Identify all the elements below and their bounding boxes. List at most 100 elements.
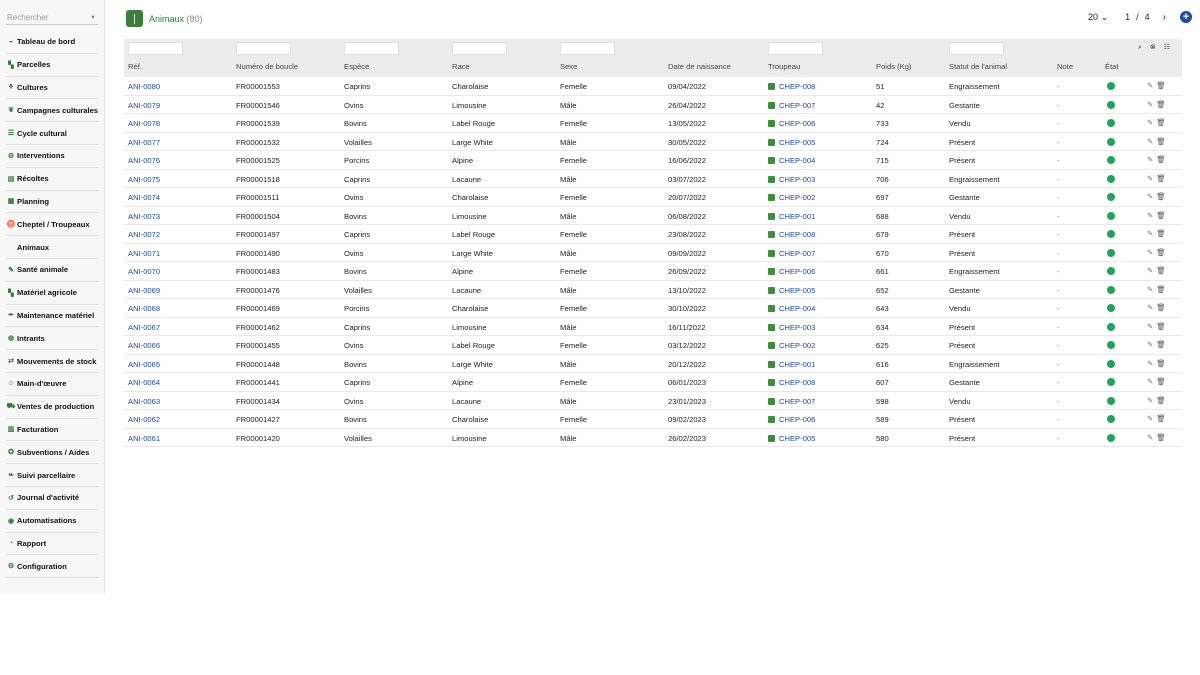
edit-icon[interactable]: ✎ xyxy=(1147,174,1153,183)
herd-link[interactable]: CHEP-001 xyxy=(768,212,815,221)
sidebar-item-17[interactable]: ▥ Facturation xyxy=(6,419,99,442)
column-filter-input[interactable] xyxy=(560,42,615,55)
table-row[interactable]: ANI-0074 FR00001511 Ovins Charolaise Femelle… xyxy=(124,188,1182,207)
delete-icon[interactable]: 🗑 xyxy=(1156,81,1166,90)
sidebar-item-5[interactable]: ⚙ Interventions xyxy=(6,145,99,168)
search-input[interactable]: Rechercher ▼ xyxy=(6,11,98,25)
table-row[interactable]: ANI-0068 FR00001469 Porcins Charolaise Femel… xyxy=(124,299,1182,318)
edit-icon[interactable]: ✎ xyxy=(1147,229,1153,238)
column-header[interactable]: Race xyxy=(452,62,470,71)
animal-ref-link[interactable]: ANI-0080 xyxy=(128,82,160,91)
edit-icon[interactable]: ✎ xyxy=(1147,118,1153,127)
sidebar-item-15[interactable]: ☺ Main-d'œuvre xyxy=(6,373,99,396)
delete-icon[interactable]: 🗑 xyxy=(1156,414,1166,423)
column-filter-input[interactable] xyxy=(452,42,507,55)
sidebar-item-16[interactable]: ⛟ Ventes de production xyxy=(6,396,99,419)
edit-icon[interactable]: ✎ xyxy=(1147,248,1153,257)
animal-ref-link[interactable]: ANI-0064 xyxy=(128,378,160,387)
edit-icon[interactable]: ✎ xyxy=(1147,266,1153,275)
animal-ref-link[interactable]: ANI-0076 xyxy=(128,156,160,165)
table-row[interactable]: ANI-0072 FR00001497 Caprins Label Rouge Feme… xyxy=(124,225,1182,244)
column-filter-input[interactable] xyxy=(949,42,1004,55)
herd-link[interactable]: CHEP-001 xyxy=(768,360,815,369)
delete-icon[interactable]: 🗑 xyxy=(1156,192,1166,201)
current-page[interactable]: 1 xyxy=(1125,12,1130,22)
herd-link[interactable]: CHEP-006 xyxy=(768,119,815,128)
sidebar-item-22[interactable]: ◔ Rapport xyxy=(6,533,99,556)
table-row[interactable]: ANI-0064 FR00001441 Caprins Alpine Femelle 06… xyxy=(124,373,1182,392)
animal-ref-link[interactable]: ANI-0078 xyxy=(128,119,160,128)
table-row[interactable]: ANI-0076 FR00001525 Porcins Alpine Femelle 16… xyxy=(124,151,1182,170)
herd-link[interactable]: CHEP-004 xyxy=(768,156,815,165)
table-row[interactable]: ANI-0070 FR00001483 Bovins Alpine Femelle 26/… xyxy=(124,262,1182,281)
animal-ref-link[interactable]: ANI-0075 xyxy=(128,175,160,184)
edit-icon[interactable]: ✎ xyxy=(1147,211,1153,220)
edit-icon[interactable]: ✎ xyxy=(1147,81,1153,90)
delete-icon[interactable]: 🗑 xyxy=(1156,377,1166,386)
animal-ref-link[interactable]: ANI-0072 xyxy=(128,230,160,239)
edit-icon[interactable]: ✎ xyxy=(1147,414,1153,423)
sidebar-item-13[interactable]: ◍ Intrants xyxy=(6,327,99,351)
table-row[interactable]: ANI-0077 FR00001532 Volailles Large White Mâ… xyxy=(124,133,1182,151)
herd-link[interactable]: CHEP-003 xyxy=(768,323,815,332)
edit-icon[interactable]: ✎ xyxy=(1147,100,1153,109)
table-row[interactable]: ANI-0063 FR00001434 Ovins Lacaune Mâle 23/01/… xyxy=(124,392,1182,410)
table-row[interactable]: ANI-0080 FR00001553 Caprins Charolaise Femel… xyxy=(124,77,1182,96)
table-row[interactable]: ANI-0066 FR00001455 Ovins Label Rouge Femell… xyxy=(124,336,1182,355)
column-header[interactable]: Statut de l'animal xyxy=(949,62,1007,71)
delete-icon[interactable]: 🗑 xyxy=(1156,211,1166,220)
delete-icon[interactable]: 🗑 xyxy=(1156,100,1166,109)
sidebar-item-9[interactable]: Animaux xyxy=(6,236,99,259)
sidebar-item-7[interactable]: ▦ Planning xyxy=(6,191,99,214)
herd-link[interactable]: CHEP-005 xyxy=(768,434,815,443)
animal-ref-link[interactable]: ANI-0063 xyxy=(128,397,160,406)
table-row[interactable]: ANI-0075 FR00001518 Caprins Lacaune Mâle 03/0… xyxy=(124,170,1182,188)
table-row[interactable]: ANI-0071 FR00001490 Ovins Large White Mâle 09… xyxy=(124,244,1182,262)
edit-icon[interactable]: ✎ xyxy=(1147,285,1153,294)
column-header[interactable]: Troupeau xyxy=(768,62,800,71)
animal-ref-link[interactable]: ANI-0065 xyxy=(128,360,160,369)
sidebar-item-6[interactable]: ▤ Récoltes xyxy=(6,168,99,191)
delete-icon[interactable]: 🗑 xyxy=(1156,303,1166,312)
app-logo[interactable] xyxy=(126,10,143,27)
next-page-icon[interactable]: › xyxy=(1163,12,1166,23)
delete-icon[interactable]: 🗑 xyxy=(1156,340,1166,349)
animal-ref-link[interactable]: ANI-0066 xyxy=(128,341,160,350)
herd-link[interactable]: CHEP-008 xyxy=(768,378,815,387)
column-filter-input[interactable] xyxy=(236,42,291,55)
table-row[interactable]: ANI-0069 FR00001476 Volailles Lacaune Mâle 13… xyxy=(124,281,1182,299)
sidebar-item-20[interactable]: ↺ Journal d'activité xyxy=(6,487,99,510)
animal-ref-link[interactable]: ANI-0061 xyxy=(128,434,160,443)
edit-icon[interactable]: ✎ xyxy=(1147,322,1153,331)
edit-icon[interactable]: ✎ xyxy=(1147,340,1153,349)
column-header[interactable]: État xyxy=(1105,62,1119,71)
herd-link[interactable]: CHEP-005 xyxy=(768,286,815,295)
column-header[interactable]: Réf. xyxy=(128,62,142,71)
herd-link[interactable]: CHEP-007 xyxy=(768,101,815,110)
animal-ref-link[interactable]: ANI-0070 xyxy=(128,267,160,276)
table-row[interactable]: ANI-0061 FR00001420 Volailles Limousine Mâle… xyxy=(124,429,1182,447)
animal-ref-link[interactable]: ANI-0074 xyxy=(128,193,160,202)
column-header[interactable]: Note xyxy=(1057,62,1073,71)
search-icon[interactable]: ⌕ xyxy=(1138,44,1142,51)
herd-link[interactable]: CHEP-005 xyxy=(768,138,815,147)
sidebar-item-0[interactable]: ◒ Tableau de bord xyxy=(6,31,99,54)
animal-ref-link[interactable]: ANI-0077 xyxy=(128,138,160,147)
edit-icon[interactable]: ✎ xyxy=(1147,192,1153,201)
delete-icon[interactable]: 🗑 xyxy=(1156,174,1166,183)
column-header[interactable]: Poids (Kg) xyxy=(876,62,911,71)
table-row[interactable]: ANI-0062 FR00001427 Bovins Charolaise Femell… xyxy=(124,410,1182,429)
table-row[interactable]: ANI-0079 FR00001546 Ovins Limousine Mâle 26/0… xyxy=(124,96,1182,114)
herd-link[interactable]: CHEP-002 xyxy=(768,193,815,202)
sidebar-item-4[interactable]: ☰ Cycle cultural xyxy=(6,122,99,145)
edit-icon[interactable]: ✎ xyxy=(1147,359,1153,368)
animal-ref-link[interactable]: ANI-0079 xyxy=(128,101,160,110)
table-row[interactable]: ANI-0078 FR00001539 Bovins Label Rouge Femel… xyxy=(124,114,1182,133)
add-record-button[interactable]: + xyxy=(1180,11,1192,23)
delete-icon[interactable]: 🗑 xyxy=(1156,322,1166,331)
sidebar-item-3[interactable]: ❦ Campagnes culturales xyxy=(6,99,99,123)
edit-icon[interactable]: ✎ xyxy=(1147,155,1153,164)
delete-icon[interactable]: 🗑 xyxy=(1156,137,1166,146)
clear-filter-icon[interactable]: ⊗ xyxy=(1150,44,1156,51)
delete-icon[interactable]: 🗑 xyxy=(1156,118,1166,127)
